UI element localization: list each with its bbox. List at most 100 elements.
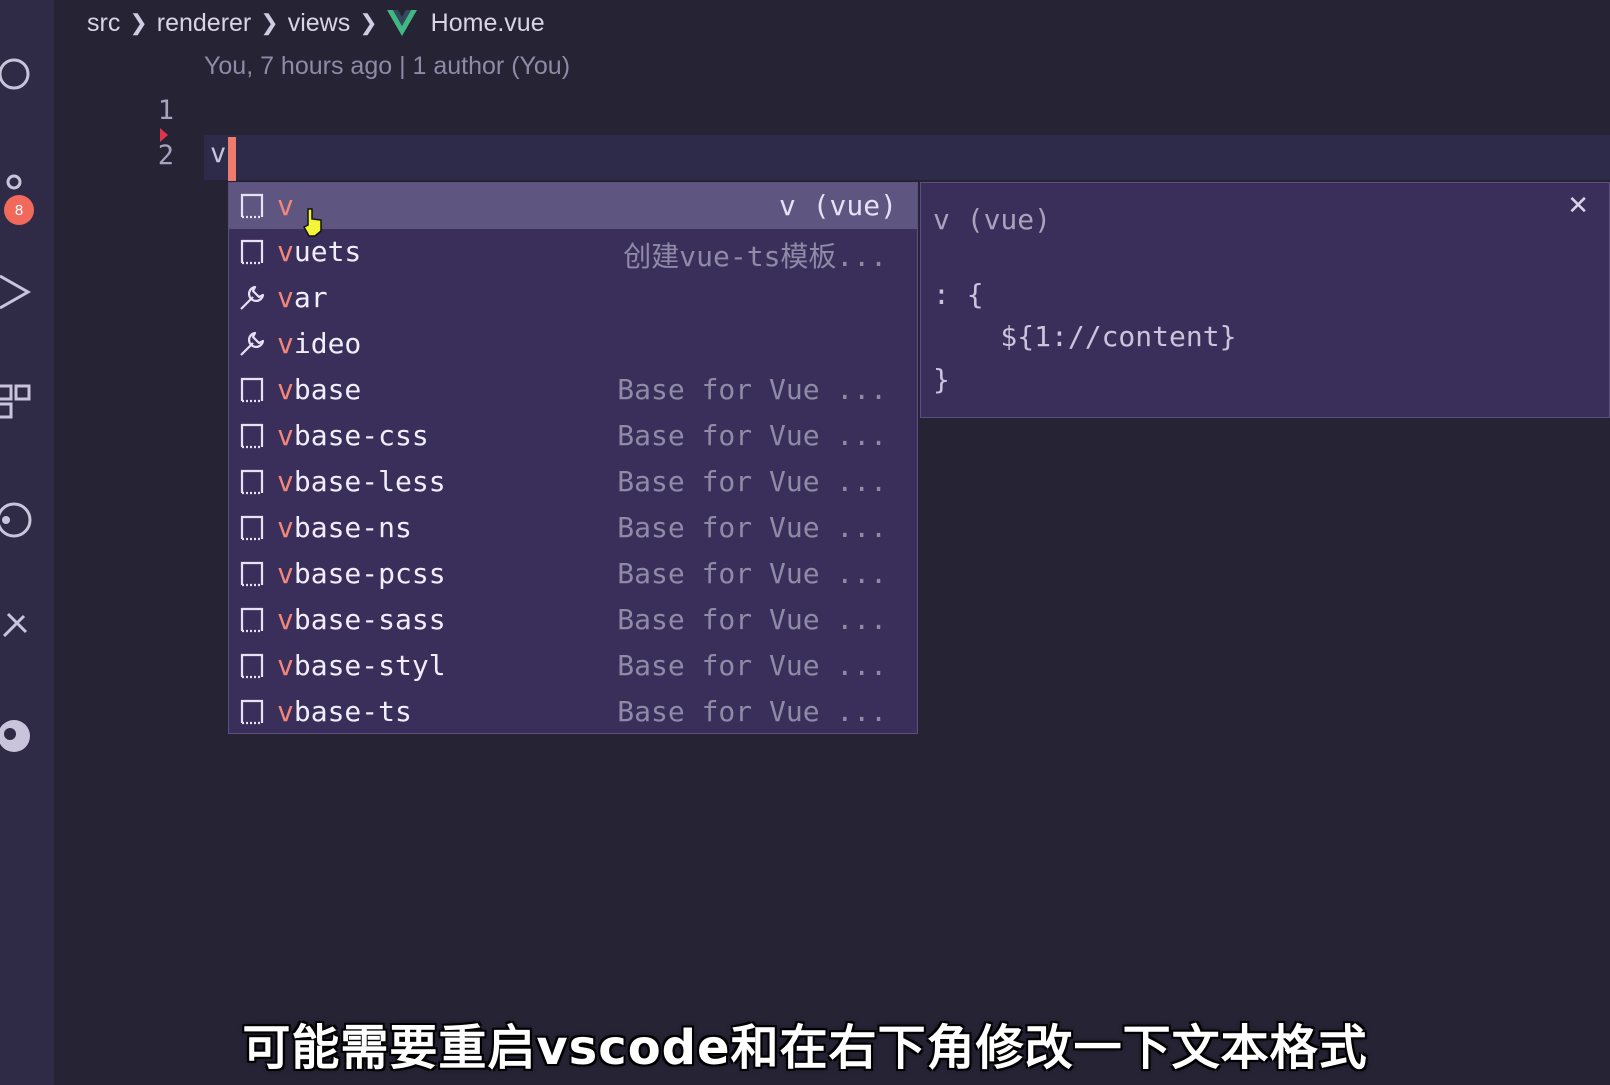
suggest-item-match: v [277,557,294,590]
video-caption: 可能需要重启vscode和在右下角修改一下文本格式 [242,1020,1368,1076]
snippet-icon [237,421,267,451]
git-blame-codelens[interactable]: You, 7 hours ago | 1 author (You) [204,52,570,81]
run-debug-icon[interactable] [0,272,34,312]
suggest-item-detail: Base for Vue ... [617,511,887,544]
suggest-item-label: vbase-styl [277,649,446,682]
suggest-item[interactable]: vuets 创建vue-ts模板... [229,229,917,275]
suggest-item-rest: base-css [293,419,429,452]
suggest-item[interactable]: vbase Base for Vue ... [229,367,917,413]
snippet-icon [237,237,267,267]
current-line-highlight [204,135,1610,180]
details-title: v (vue) [933,203,1052,236]
suggest-item-detail: Base for Vue ... [617,419,887,452]
suggest-item-detail: 创建vue-ts模板... [623,240,887,273]
suggest-item-rest: ideo [293,327,362,360]
suggest-item-label: vbase-ns [277,511,412,544]
snippet-icon [237,513,267,543]
chevron-right-icon: ❯ [260,10,279,35]
suggest-item-rest: base-less [293,465,446,498]
suggest-item-match: v [277,327,294,360]
search-icon[interactable] [0,54,34,94]
suggest-item[interactable]: var [229,275,917,321]
extensions-icon[interactable] [0,380,34,420]
close-icon[interactable]: ✕ [1567,191,1589,221]
suggest-item-rest: base-ns [293,511,412,544]
live-share-icon[interactable] [0,716,34,756]
vue-file-icon [386,10,417,36]
suggest-item-match: v [277,649,294,682]
activity-bar: 8 [0,0,54,1085]
suggest-item-rest: base-ts [293,695,412,728]
breadcrumb-file[interactable]: Home.vue [431,9,545,38]
remote-explorer-icon[interactable] [0,606,34,646]
typed-text[interactable]: v [210,138,226,169]
git-graph-icon[interactable] [0,500,34,540]
line-number: 2 [157,140,174,171]
suggest-item-match: v [277,281,294,314]
details-line: ${1://content} [933,320,1237,353]
suggest-item-label: vbase-less [277,465,446,498]
wrench-icon [237,283,267,313]
source-control-badge: 8 [4,195,34,225]
snippet-icon [237,467,267,497]
suggest-item-rest: ar [293,281,328,314]
suggest-item-detail: Base for Vue ... [617,649,887,682]
wrench-icon [237,329,267,359]
snippet-icon [237,651,267,681]
suggest-item[interactable]: vbase-css Base for Vue ... [229,413,917,459]
suggest-item-rest: base-styl [293,649,446,682]
suggest-item-rest: uets [293,235,362,268]
suggest-item-rest: base-pcss [293,557,446,590]
suggest-item-label: vbase-sass [277,603,446,636]
suggest-item-match: v [277,511,294,544]
suggest-item-label: vbase-css [277,419,429,452]
suggest-item[interactable]: v v (vue) [229,183,917,237]
details-line: : { [933,278,984,311]
suggest-item-label: video [277,327,361,360]
breadcrumb: src ❯ renderer ❯ views ❯ Home.vue [87,6,545,40]
suggest-item-label: var [277,281,328,314]
suggest-item-match: v [277,189,294,222]
suggest-item[interactable]: vbase-sass Base for Vue ... [229,597,917,643]
suggest-item-match: v [277,235,294,268]
suggest-widget: vv (vue) vuets 创建vue-ts模板... var video vbase B… [228,182,918,734]
snippet-icon [237,605,267,635]
chevron-right-icon: ❯ [129,10,148,35]
suggest-item-match: v [277,373,294,406]
snippet-icon [237,697,267,727]
suggest-item-match: v [277,603,294,636]
snippet-icon [237,559,267,589]
suggest-item-detail: Base for Vue ... [617,465,887,498]
suggest-details-pane: v (vue) : { ${1://content} } ✕ [920,182,1610,418]
suggest-item-detail: Base for Vue ... [617,373,887,406]
suggest-item-label: vuets [277,235,361,268]
snippet-icon [237,191,267,221]
suggest-item-label: vbase-ts [277,695,412,728]
suggest-item-detail: v (vue) [778,189,897,222]
suggest-item-detail: Base for Vue ... [617,557,887,590]
chevron-right-icon: ❯ [359,10,378,35]
suggest-item-label: v [277,189,294,222]
details-line: } [933,363,950,396]
suggest-item[interactable]: vbase-styl Base for Vue ... [229,643,917,689]
suggest-item[interactable]: vbase-ts Base for Vue ... [229,689,917,735]
snippet-icon [237,375,267,405]
breadcrumb-item-src[interactable]: src [87,9,120,38]
suggest-item-match: v [277,695,294,728]
suggest-item-detail: Base for Vue ... [617,695,887,728]
breadcrumb-item-views[interactable]: views [288,9,351,38]
suggest-item[interactable]: vbase-ns Base for Vue ... [229,505,917,551]
suggest-item[interactable]: vbase-less Base for Vue ... [229,459,917,505]
suggest-item-detail: Base for Vue ... [617,603,887,636]
text-cursor [228,137,236,181]
line-number: 1 [157,95,174,126]
suggest-item-match: v [277,465,294,498]
suggest-item-rest: base [293,373,362,406]
suggest-item[interactable]: video [229,321,917,367]
suggest-item-label: vbase-pcss [277,557,446,590]
suggest-item-label: vbase [277,373,361,406]
suggest-item-rest: base-sass [293,603,446,636]
suggest-item[interactable]: vbase-pcss Base for Vue ... [229,551,917,597]
suggest-item-match: v [277,419,294,452]
breadcrumb-item-renderer[interactable]: renderer [157,9,252,38]
